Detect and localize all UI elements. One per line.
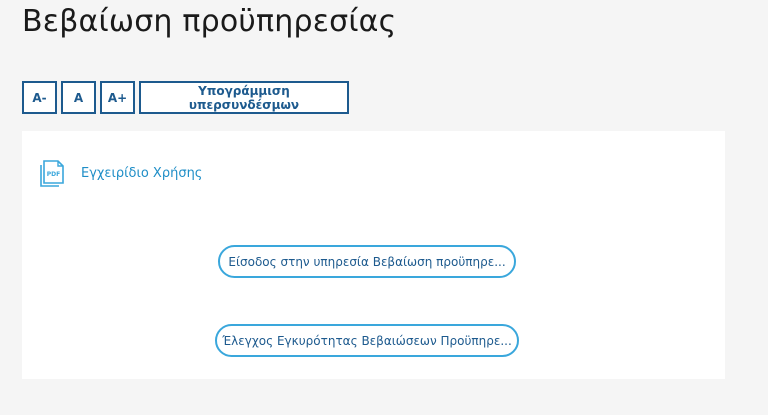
font-decrease-button[interactable]: A- <box>22 81 57 114</box>
font-increase-button[interactable]: A+ <box>100 81 135 114</box>
accessibility-toolbar: A- A A+ Υπογράμμιση υπερσυνδέσμων <box>22 81 349 114</box>
validity-check-button[interactable]: Έλεγχος Εγκυρότητας Βεβαιώσεων Προϋπηρε.… <box>215 324 519 357</box>
page-title: Βεβαίωση προϋπηρεσίας <box>22 4 397 39</box>
enter-service-button[interactable]: Είσοδος στην υπηρεσία Βεβαίωση προϋπηρε.… <box>218 245 516 278</box>
content-card: PDF Εγχειρίδιο Χρήσης Είσοδος στην υπηρε… <box>22 131 725 379</box>
font-normal-button[interactable]: A <box>61 81 96 114</box>
pdf-icon: PDF <box>38 159 67 188</box>
user-manual-link[interactable]: PDF Εγχειρίδιο Χρήσης <box>38 159 202 188</box>
pdf-icon-text: PDF <box>47 171 60 178</box>
user-manual-label: Εγχειρίδιο Χρήσης <box>81 166 203 181</box>
underline-links-button[interactable]: Υπογράμμιση υπερσυνδέσμων <box>139 81 349 114</box>
